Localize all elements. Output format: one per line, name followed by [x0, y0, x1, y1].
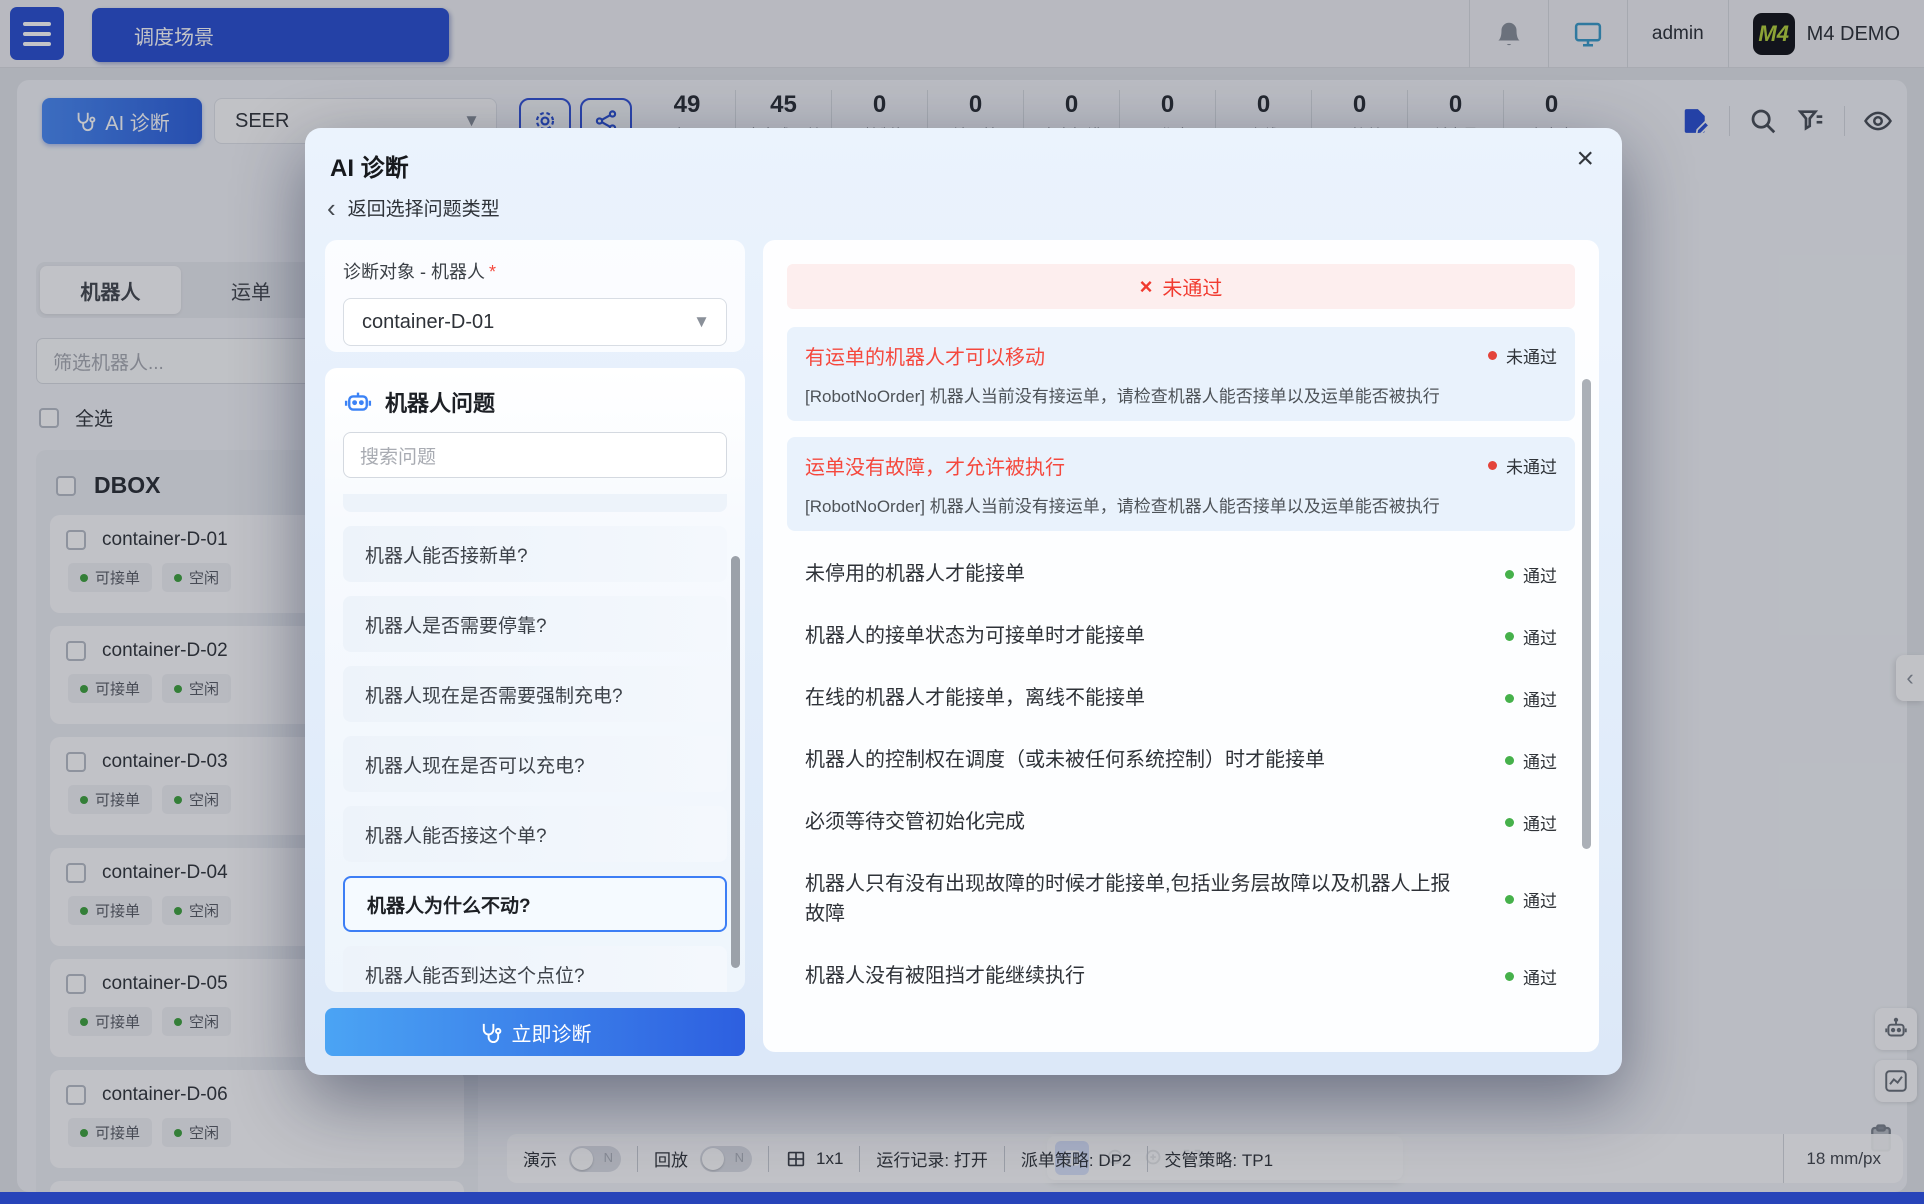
scrollbar-thumb[interactable]: [731, 556, 740, 968]
questions-title: 机器人问题: [385, 391, 496, 416]
status-dot: [1488, 351, 1497, 360]
status-dot: [1505, 971, 1514, 981]
rule-title: 机器人的接单状态为可接单时才能接单: [805, 625, 1145, 647]
question-list: 机器人能否接新单? 机器人是否需要停靠? 机器人现在是否需要强制充电? 机器人现在是否…: [325, 478, 745, 992]
target-label: 诊断对象 - 机器人 *: [343, 262, 497, 282]
scrollbar-thumb[interactable]: [1582, 379, 1591, 849]
questions-header: 机器人问题: [325, 368, 745, 418]
rule-description: [RobotNoOrder] 机器人当前没有接运单，请检查机器人能否接单以及运单…: [805, 387, 1440, 406]
result-item: 机器人的接单状态为可接单时才能接单 通过: [787, 609, 1575, 663]
status-dot: [1488, 461, 1497, 470]
status-dot: [1505, 755, 1514, 765]
rule-status: 未通过: [1488, 453, 1557, 478]
rule-status: 通过: [1505, 624, 1557, 649]
rule-title: 未停用的机器人才能接单: [805, 563, 1025, 585]
rule-description: [RobotNoOrder] 机器人当前没有接运单，请检查机器人能否接单以及运单…: [805, 497, 1440, 516]
rule-title: 有运单的机器人才可以移动: [805, 347, 1045, 369]
question-item[interactable]: 机器人现在是否需要强制充电?: [343, 666, 727, 722]
question-item[interactable]: 机器人是否需要停靠?: [343, 596, 727, 652]
question-item[interactable]: 机器人能否到达这个点位?: [343, 946, 727, 992]
rule-status: 通过: [1505, 887, 1557, 912]
rule-status: 通过: [1505, 562, 1557, 587]
question-item[interactable]: 机器人能否接这个单?: [343, 806, 727, 862]
result-item: 必须等待交管初始化完成 通过: [787, 795, 1575, 849]
diagnosis-results-panel: × 未通过 有运单的机器人才可以移动 未通过 [RobotNoOrder] 机器…: [763, 240, 1599, 1052]
robot-select[interactable]: container-D-01 ▼: [343, 298, 727, 346]
chevron-left-icon: ‹: [327, 192, 336, 223]
status-dot: [1505, 569, 1514, 579]
rule-title: 机器人没有被阻挡才能继续执行: [805, 965, 1085, 987]
status-dot: [1505, 817, 1514, 827]
robot-icon: [344, 392, 372, 411]
rule-status: 通过: [1505, 748, 1557, 773]
status-dot: [1505, 631, 1514, 641]
result-banner: × 未通过: [787, 264, 1575, 309]
rule-status: 通过: [1505, 964, 1557, 989]
result-item: 机器人没有被阻挡才能继续执行 通过: [787, 949, 1575, 1003]
result-item: 在线的机器人才能接单，离线不能接单 通过: [787, 671, 1575, 725]
close-icon[interactable]: ×: [1576, 144, 1594, 174]
question-item[interactable]: 机器人为什么不动?: [343, 876, 727, 932]
required-asterisk: *: [489, 262, 497, 282]
result-item: 未停用的机器人才能接单 通过: [787, 547, 1575, 601]
rule-status: 通过: [1505, 810, 1557, 835]
question-item[interactable]: 机器人能否接新单?: [343, 526, 727, 582]
status-dot: [1505, 894, 1514, 904]
rule-title: 机器人只有没有出现故障的时候才能接单,包括业务层故障以及机器人上报故障: [805, 873, 1451, 925]
robot-select-value: container-D-01: [362, 310, 495, 333]
rule-title: 在线的机器人才能接单，离线不能接单: [805, 687, 1145, 709]
rule-title: 必须等待交管初始化完成: [805, 811, 1025, 833]
stethoscope-icon: [482, 1023, 501, 1043]
question-item-partial[interactable]: [343, 494, 727, 512]
diagnose-now-button[interactable]: 立即诊断: [325, 1008, 745, 1056]
result-item: 运单没有故障，才允许被执行 未通过 [RobotNoOrder] 机器人当前没有…: [787, 437, 1575, 531]
app-window: 调度场景 admin M4 M4 DEMO AI 诊断 SEER ▼ 49 45…: [0, 0, 1924, 1204]
result-list: 有运单的机器人才可以移动 未通过 [RobotNoOrder] 机器人当前没有接…: [787, 327, 1591, 1003]
placeholder-text: 搜索问题: [360, 446, 437, 468]
modal-left-column: 诊断对象 - 机器人 * container-D-01 ▼ 机器人问题 搜索问题 …: [325, 240, 745, 1056]
rule-status: 未通过: [1488, 343, 1557, 368]
back-to-question-types[interactable]: ‹ 返回选择问题类型: [327, 194, 500, 221]
rule-status: 通过: [1505, 686, 1557, 711]
ai-diagnosis-modal: AI 诊断 × ‹ 返回选择问题类型 诊断对象 - 机器人 * container…: [305, 128, 1622, 1075]
result-item: 机器人只有没有出现故障的时候才能接单,包括业务层故障以及机器人上报故障 通过: [787, 857, 1575, 941]
result-item: 有运单的机器人才可以移动 未通过 [RobotNoOrder] 机器人当前没有接…: [787, 327, 1575, 421]
status-dot: [1505, 693, 1514, 703]
robot-questions-panel: 机器人问题 搜索问题 机器人能否接新单? 机器人是否需要停靠? 机器人现在是否需要强…: [325, 368, 745, 992]
modal-title: AI 诊断: [330, 155, 409, 182]
rule-title: 运单没有故障，才允许被执行: [805, 457, 1065, 479]
result-item: 机器人的控制权在调度（或未被任何系统控制）时才能接单 通过: [787, 733, 1575, 787]
rule-title: 机器人的控制权在调度（或未被任何系统控制）时才能接单: [805, 749, 1325, 771]
question-item[interactable]: 机器人现在是否可以充电?: [343, 736, 727, 792]
question-search-input[interactable]: 搜索问题: [343, 432, 727, 478]
chevron-down-icon: ▼: [693, 312, 710, 331]
diagnosis-target-panel: 诊断对象 - 机器人 * container-D-01 ▼: [325, 240, 745, 352]
fail-x-icon: ×: [1139, 273, 1153, 299]
